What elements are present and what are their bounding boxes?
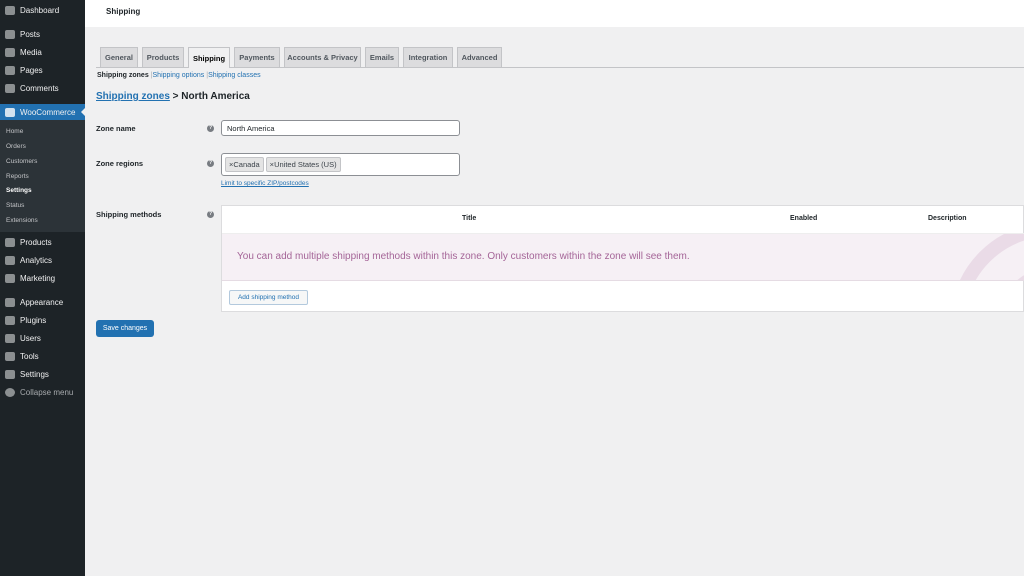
- page-title: Shipping: [106, 7, 141, 16]
- tab-products[interactable]: Products: [142, 47, 184, 67]
- chart-icon: [5, 255, 15, 265]
- pages-icon: [5, 65, 15, 75]
- collapse-menu[interactable]: Collapse menu: [0, 383, 85, 401]
- menu-label: Users: [20, 333, 41, 343]
- region-chip-us: ×United States (US): [265, 157, 341, 172]
- column-title: Title: [462, 215, 477, 222]
- breadcrumb-separator: >: [172, 91, 179, 102]
- menu-label: Media: [20, 47, 42, 57]
- menu-label: WooCommerce: [20, 107, 76, 117]
- menu-analytics[interactable]: Analytics: [0, 251, 85, 269]
- tabs-divider: [96, 67, 1024, 68]
- decorative-arcs: [960, 234, 1024, 280]
- menu-appearance[interactable]: Appearance: [0, 293, 85, 311]
- woocommerce-submenu: Home Orders Customers Reports Settings S…: [0, 120, 85, 232]
- comment-icon: [5, 83, 15, 93]
- dashboard-icon: [5, 5, 15, 15]
- plugin-icon: [5, 315, 15, 325]
- menu-label: Marketing: [20, 273, 56, 283]
- admin-sidebar: Dashboard Posts Media Pages Comments Woo…: [0, 0, 85, 576]
- woo-icon: [5, 107, 15, 117]
- menu-label: Products: [20, 237, 52, 247]
- user-icon: [5, 333, 15, 343]
- tab-integration[interactable]: Integration: [403, 47, 453, 67]
- zone-regions-label: Zone regions: [96, 159, 144, 168]
- menu-marketing[interactable]: Marketing: [0, 269, 85, 287]
- menu-users[interactable]: Users: [0, 329, 85, 347]
- menu-label: Dashboard: [20, 5, 60, 15]
- add-shipping-method-button[interactable]: Add shipping method: [229, 290, 308, 305]
- breadcrumb-current: North America: [181, 91, 250, 102]
- media-icon: [5, 47, 15, 57]
- menu-label: Appearance: [20, 297, 64, 307]
- submenu-customers[interactable]: Customers: [6, 158, 37, 165]
- shipping-methods-table: Title Enabled Description You can add mu…: [221, 205, 1024, 312]
- submenu-settings[interactable]: Settings: [6, 187, 32, 194]
- save-changes-button[interactable]: Save changes: [96, 320, 154, 337]
- help-icon[interactable]: ?: [207, 211, 214, 218]
- menu-woocommerce[interactable]: WooCommerce: [0, 104, 85, 120]
- menu-media[interactable]: Media: [0, 43, 85, 61]
- help-icon[interactable]: ?: [207, 160, 214, 167]
- menu-tools[interactable]: Tools: [0, 347, 85, 365]
- column-description: Description: [928, 215, 967, 222]
- region-chip-canada: ×Canada: [225, 157, 264, 172]
- menu-label: Plugins: [20, 315, 47, 325]
- tab-general[interactable]: General: [100, 47, 138, 67]
- brush-icon: [5, 297, 15, 307]
- menu-posts[interactable]: Posts: [0, 25, 85, 43]
- chip-label: United States (US): [274, 160, 337, 169]
- subnav-shipping-zones[interactable]: Shipping zones: [97, 72, 149, 79]
- menu-products[interactable]: Products: [0, 233, 85, 251]
- help-icon[interactable]: ?: [207, 125, 214, 132]
- wrench-icon: [5, 351, 15, 361]
- submenu-extensions[interactable]: Extensions: [6, 217, 38, 224]
- menu-label: Analytics: [20, 255, 53, 265]
- tab-payments[interactable]: Payments: [234, 47, 280, 67]
- submenu-status[interactable]: Status: [6, 202, 24, 209]
- breadcrumb-shipping-zones[interactable]: Shipping zones: [96, 91, 170, 102]
- tab-shipping[interactable]: Shipping: [188, 47, 230, 68]
- menu-pages[interactable]: Pages: [0, 61, 85, 79]
- submenu-orders[interactable]: Orders: [6, 143, 26, 150]
- menu-comments[interactable]: Comments: [0, 79, 85, 97]
- collapse-icon: [5, 387, 15, 397]
- tab-emails[interactable]: Emails: [365, 47, 399, 67]
- breadcrumb: Shipping zones > North America: [96, 91, 250, 102]
- menu-settings[interactable]: Settings: [0, 365, 85, 383]
- chip-label: Canada: [233, 160, 260, 169]
- section-subnav: Shipping zones |Shipping options |Shippi…: [97, 72, 261, 79]
- submenu-reports[interactable]: Reports: [6, 173, 29, 180]
- settings-icon: [5, 369, 15, 379]
- menu-plugins[interactable]: Plugins: [0, 311, 85, 329]
- menu-label: Collapse menu: [20, 387, 74, 397]
- page-header: Shipping: [85, 0, 1024, 27]
- submenu-home[interactable]: Home: [6, 128, 23, 135]
- pin-icon: [5, 29, 15, 39]
- subnav-shipping-options[interactable]: Shipping options: [153, 72, 205, 79]
- menu-label: Settings: [20, 369, 49, 379]
- archive-icon: [5, 237, 15, 247]
- empty-state: You can add multiple shipping methods wi…: [222, 233, 1024, 281]
- megaphone-icon: [5, 273, 15, 283]
- empty-state-message: You can add multiple shipping methods wi…: [237, 251, 690, 262]
- shipping-methods-label: Shipping methods: [96, 210, 162, 219]
- tab-accounts-privacy[interactable]: Accounts & Privacy: [284, 47, 361, 67]
- zone-regions-input[interactable]: ×Canada ×United States (US): [221, 153, 460, 176]
- menu-label: Comments: [20, 83, 59, 93]
- limit-postcodes-link[interactable]: Limit to specific ZIP/postcodes: [221, 180, 309, 187]
- menu-label: Pages: [20, 65, 43, 75]
- column-enabled: Enabled: [790, 215, 818, 222]
- zone-name-label: Zone name: [96, 124, 136, 133]
- menu-label: Posts: [20, 29, 41, 39]
- menu-dashboard[interactable]: Dashboard: [0, 1, 85, 19]
- subnav-shipping-classes[interactable]: Shipping classes: [208, 72, 261, 79]
- zone-name-input[interactable]: North America: [221, 120, 460, 136]
- menu-label: Tools: [20, 351, 39, 361]
- tab-advanced[interactable]: Advanced: [457, 47, 502, 67]
